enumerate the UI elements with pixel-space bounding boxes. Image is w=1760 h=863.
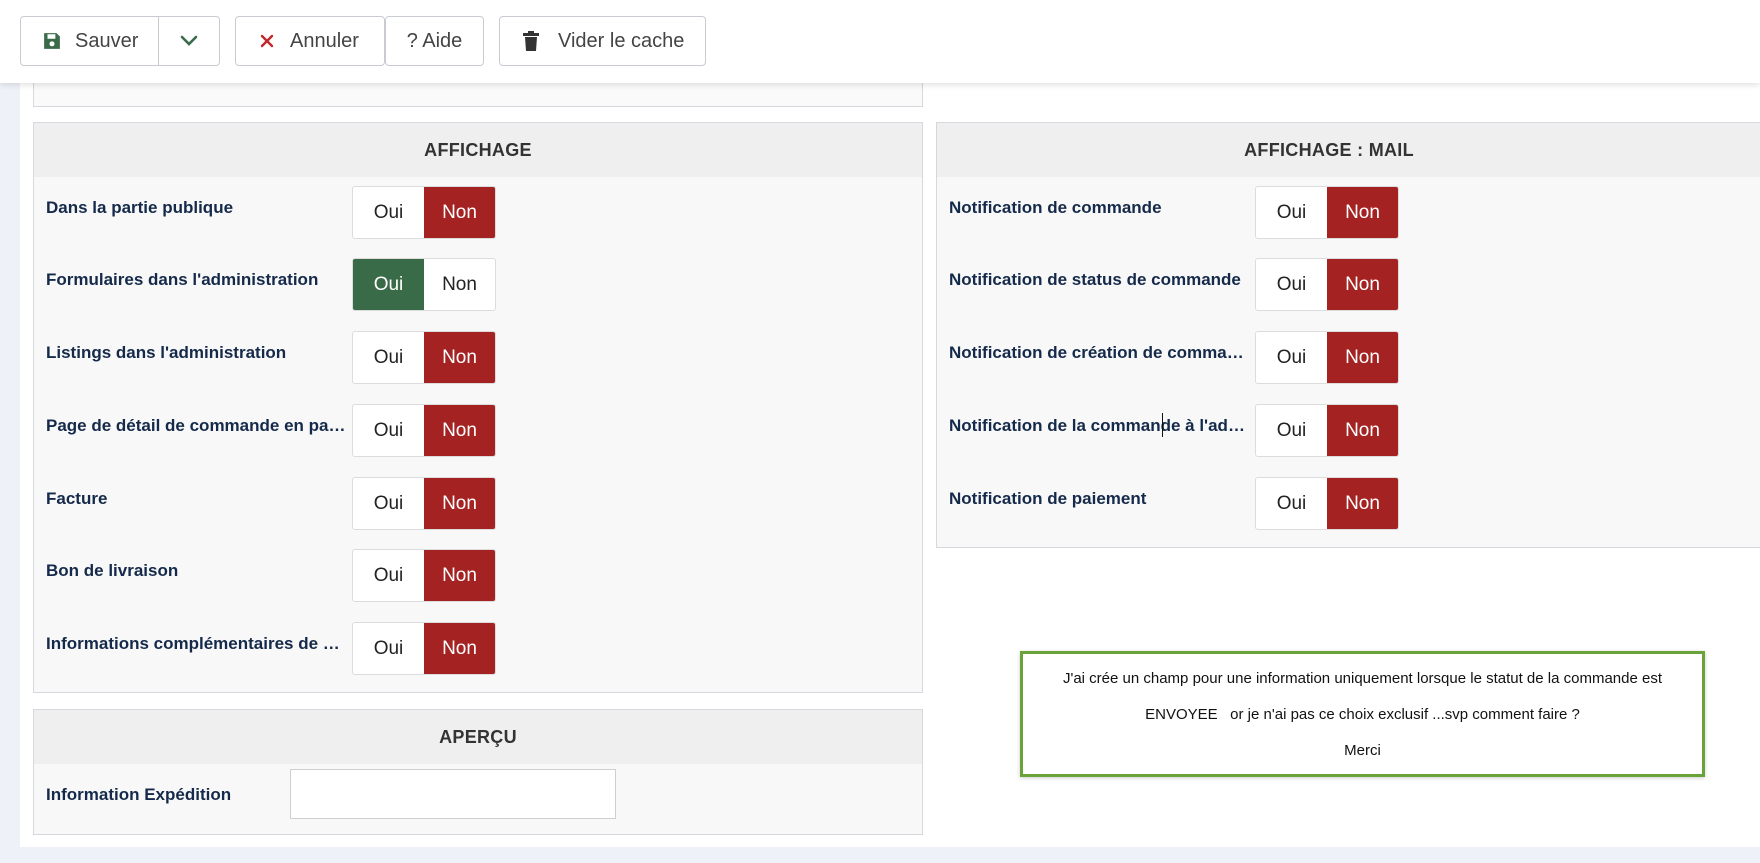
note-line-1: J'ai crée un champ pour une information …: [1062, 670, 1663, 687]
setting-label: Notification de commande: [949, 198, 1162, 217]
setting-label: Bon de livraison: [46, 561, 179, 580]
apercu-title: APERÇU: [34, 710, 922, 764]
setting-row-notif-status: Notification de status de commande Oui N…: [937, 250, 1760, 323]
oui-option[interactable]: Oui: [1256, 478, 1327, 529]
trash-icon: [522, 31, 540, 51]
setting-row-formulaires-admin: Formulaires dans l'administration Oui No…: [34, 250, 922, 323]
setting-row-facture: Facture Oui Non: [34, 469, 922, 542]
oui-option[interactable]: Oui: [1256, 259, 1327, 310]
oui-option[interactable]: Oui: [353, 405, 424, 456]
clear-cache-button[interactable]: Vider le cache: [499, 16, 706, 66]
toggle-formulaires-admin: Oui Non: [352, 258, 496, 311]
non-option[interactable]: Non: [424, 550, 495, 601]
cancel-button-label: Annuler: [290, 29, 359, 52]
setting-label: Formulaires dans l'administration: [46, 270, 319, 289]
affichage-mail-title: AFFICHAGE : MAIL: [937, 123, 1760, 177]
toggle-bon-livraison: Oui Non: [352, 549, 496, 602]
information-expedition-input[interactable]: [290, 769, 616, 819]
non-option[interactable]: Non: [424, 259, 495, 310]
setting-row-detail-commande: Page de détail de commande en partie pub…: [34, 396, 922, 469]
apercu-fieldset: APERÇU Information Expédition: [33, 709, 923, 835]
toggle-listings-admin: Oui Non: [352, 331, 496, 384]
save-button[interactable]: Sauver: [21, 17, 159, 65]
setting-row-infos-complementaires: Informations complémentaires de commande…: [34, 614, 922, 687]
setting-row-info-expedition: Information Expédition: [34, 765, 922, 838]
non-option[interactable]: Non: [424, 332, 495, 383]
non-option[interactable]: Non: [1327, 187, 1398, 238]
close-icon: [260, 34, 274, 48]
save-button-label: Sauver: [75, 29, 139, 52]
non-option[interactable]: Non: [1327, 332, 1398, 383]
non-option[interactable]: Non: [424, 187, 495, 238]
oui-option[interactable]: Oui: [353, 550, 424, 601]
setting-label: Listings dans l'administration: [46, 343, 287, 362]
setting-label: Page de détail de commande en partie pub…: [46, 416, 346, 435]
setting-label: Dans la partie publique: [46, 198, 234, 217]
setting-row-notif-paiement: Notification de paiement Oui Non: [937, 469, 1760, 542]
setting-row-bon-livraison: Bon de livraison Oui Non: [34, 541, 922, 614]
non-option[interactable]: Non: [424, 478, 495, 529]
setting-label: Informations complémentaires de commande: [46, 634, 346, 653]
setting-label: Notification de la commande à l'administ…: [949, 416, 1249, 435]
setting-label: Notification de création de commande: [949, 343, 1249, 362]
non-option[interactable]: Non: [1327, 405, 1398, 456]
oui-option[interactable]: Oui: [353, 623, 424, 674]
oui-option[interactable]: Oui: [353, 187, 424, 238]
non-option[interactable]: Non: [1327, 478, 1398, 529]
save-button-group: Sauver: [20, 16, 220, 66]
oui-option[interactable]: Oui: [1256, 187, 1327, 238]
setting-row-notif-creation: Notification de création de commande Oui…: [937, 323, 1760, 396]
setting-row-partie-publique: Dans la partie publique Oui Non: [34, 178, 922, 251]
toggle-facture: Oui Non: [352, 477, 496, 530]
non-option[interactable]: Non: [1327, 259, 1398, 310]
annotation-note: J'ai crée un champ pour une information …: [1020, 651, 1705, 777]
help-button-label: ? Aide: [406, 29, 463, 52]
toolbar: Sauver Annuler ? Aide Vider le cache: [0, 0, 1760, 83]
save-options-dropdown[interactable]: [159, 17, 219, 65]
setting-row-listings-admin: Listings dans l'administration Oui Non: [34, 323, 922, 396]
setting-label: Notification de status de commande: [949, 270, 1241, 289]
setting-label: Facture: [46, 489, 108, 508]
non-option[interactable]: Non: [424, 405, 495, 456]
non-option[interactable]: Non: [424, 623, 495, 674]
help-button[interactable]: ? Aide: [385, 16, 484, 66]
cancel-button[interactable]: Annuler: [235, 16, 385, 66]
toggle-partie-publique: Oui Non: [352, 186, 496, 239]
setting-row-notif-admin: Notification de la commande à l'administ…: [937, 396, 1760, 469]
oui-option[interactable]: Oui: [353, 259, 424, 310]
oui-option[interactable]: Oui: [353, 478, 424, 529]
toggle-infos-complementaires: Oui Non: [352, 622, 496, 675]
floppy-disk-icon: [43, 32, 61, 50]
chevron-down-icon: [180, 35, 198, 47]
toggle-detail-commande: Oui Non: [352, 404, 496, 457]
toggle-notif-creation: Oui Non: [1255, 331, 1399, 384]
setting-row-notif-commande: Notification de commande Oui Non: [937, 178, 1760, 251]
toggle-notif-admin: Oui Non: [1255, 404, 1399, 457]
toggle-notif-paiement: Oui Non: [1255, 477, 1399, 530]
setting-label: Notification de paiement: [949, 489, 1147, 508]
clear-cache-button-label: Vider le cache: [558, 29, 685, 52]
affichage-title: AFFICHAGE: [34, 123, 922, 177]
oui-option[interactable]: Oui: [353, 332, 424, 383]
note-line-3: Merci: [1344, 742, 1381, 759]
toggle-notif-status: Oui Non: [1255, 258, 1399, 311]
affichage-mail-fieldset: AFFICHAGE : MAIL Notification de command…: [936, 122, 1760, 548]
toggle-notif-commande: Oui Non: [1255, 186, 1399, 239]
main-content: AFFICHAGE Dans la partie publique Oui No…: [20, 73, 1760, 847]
note-line-2: ENVOYEE or je n'ai pas ce choix exclusif…: [1145, 706, 1580, 723]
affichage-fieldset: AFFICHAGE Dans la partie publique Oui No…: [33, 122, 923, 693]
oui-option[interactable]: Oui: [1256, 332, 1327, 383]
text-cursor: [1162, 413, 1163, 437]
oui-option[interactable]: Oui: [1256, 405, 1327, 456]
